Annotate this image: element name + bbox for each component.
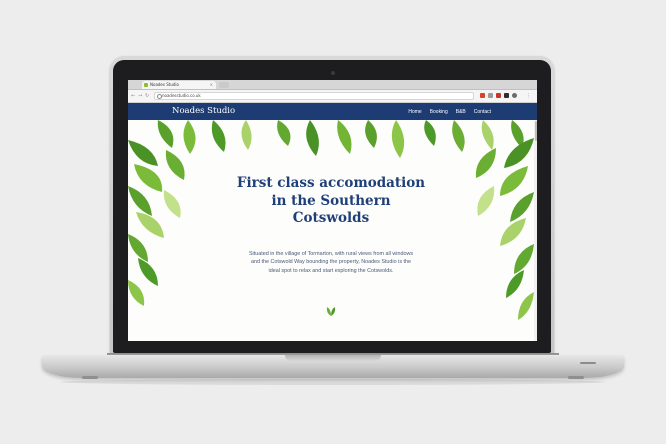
- scrollbar-thumb[interactable]: [534, 121, 537, 141]
- url-input[interactable]: noadesstudio.co.uk: [154, 92, 474, 100]
- nav-item-booking[interactable]: Booking: [430, 109, 448, 115]
- main-nav: Home Booking B&B Contact: [408, 103, 491, 120]
- laptop-foot: [568, 376, 584, 379]
- menu-icon[interactable]: ⋮: [526, 92, 531, 100]
- hero-section: First class accomodation in the Southern…: [128, 120, 534, 341]
- hero-title: First class accomodation in the Southern…: [236, 175, 426, 226]
- lock-icon: [157, 94, 162, 99]
- browser-tab[interactable]: Noades Studio ×: [142, 81, 216, 89]
- page-scrollbar[interactable]: [534, 120, 537, 341]
- lid-open-notch: [285, 355, 381, 361]
- sprout-icon: [326, 307, 336, 316]
- forward-icon[interactable]: →: [138, 92, 142, 100]
- reload-icon[interactable]: ↻: [145, 92, 149, 100]
- tab-strip: Noades Studio ×: [128, 80, 537, 90]
- site-header: Noades Studio Home Booking B&B Contact: [128, 103, 537, 120]
- extension-icon[interactable]: [512, 93, 517, 98]
- leaf-favicon-icon: [144, 83, 148, 87]
- back-icon[interactable]: ←: [131, 92, 135, 100]
- address-toolbar: ← → ↻ noadesstudio.co.uk ⋮: [128, 90, 537, 103]
- extension-icon[interactable]: [496, 93, 501, 98]
- site-logo[interactable]: Noades Studio: [172, 106, 235, 117]
- base-slot: [580, 362, 596, 364]
- laptop-shadow: [60, 379, 606, 385]
- extension-icon[interactable]: [488, 93, 493, 98]
- extension-icon[interactable]: [480, 93, 485, 98]
- nav-item-bnb[interactable]: B&B: [456, 109, 466, 115]
- new-tab-button[interactable]: [219, 82, 229, 88]
- url-text: noadesstudio.co.uk: [162, 93, 201, 98]
- tab-close-icon[interactable]: ×: [210, 81, 213, 89]
- laptop-foot: [82, 376, 98, 379]
- hero-description: Situated in the village of Tormarton, wi…: [248, 251, 414, 274]
- extension-icon[interactable]: [504, 93, 509, 98]
- nav-item-contact[interactable]: Contact: [474, 109, 491, 115]
- browser-window: Noades Studio × ← → ↻ noadesstudio.co.uk…: [128, 80, 537, 341]
- tab-title: Noades Studio: [150, 82, 179, 87]
- webcam-icon: [331, 71, 335, 75]
- nav-item-home[interactable]: Home: [408, 109, 421, 115]
